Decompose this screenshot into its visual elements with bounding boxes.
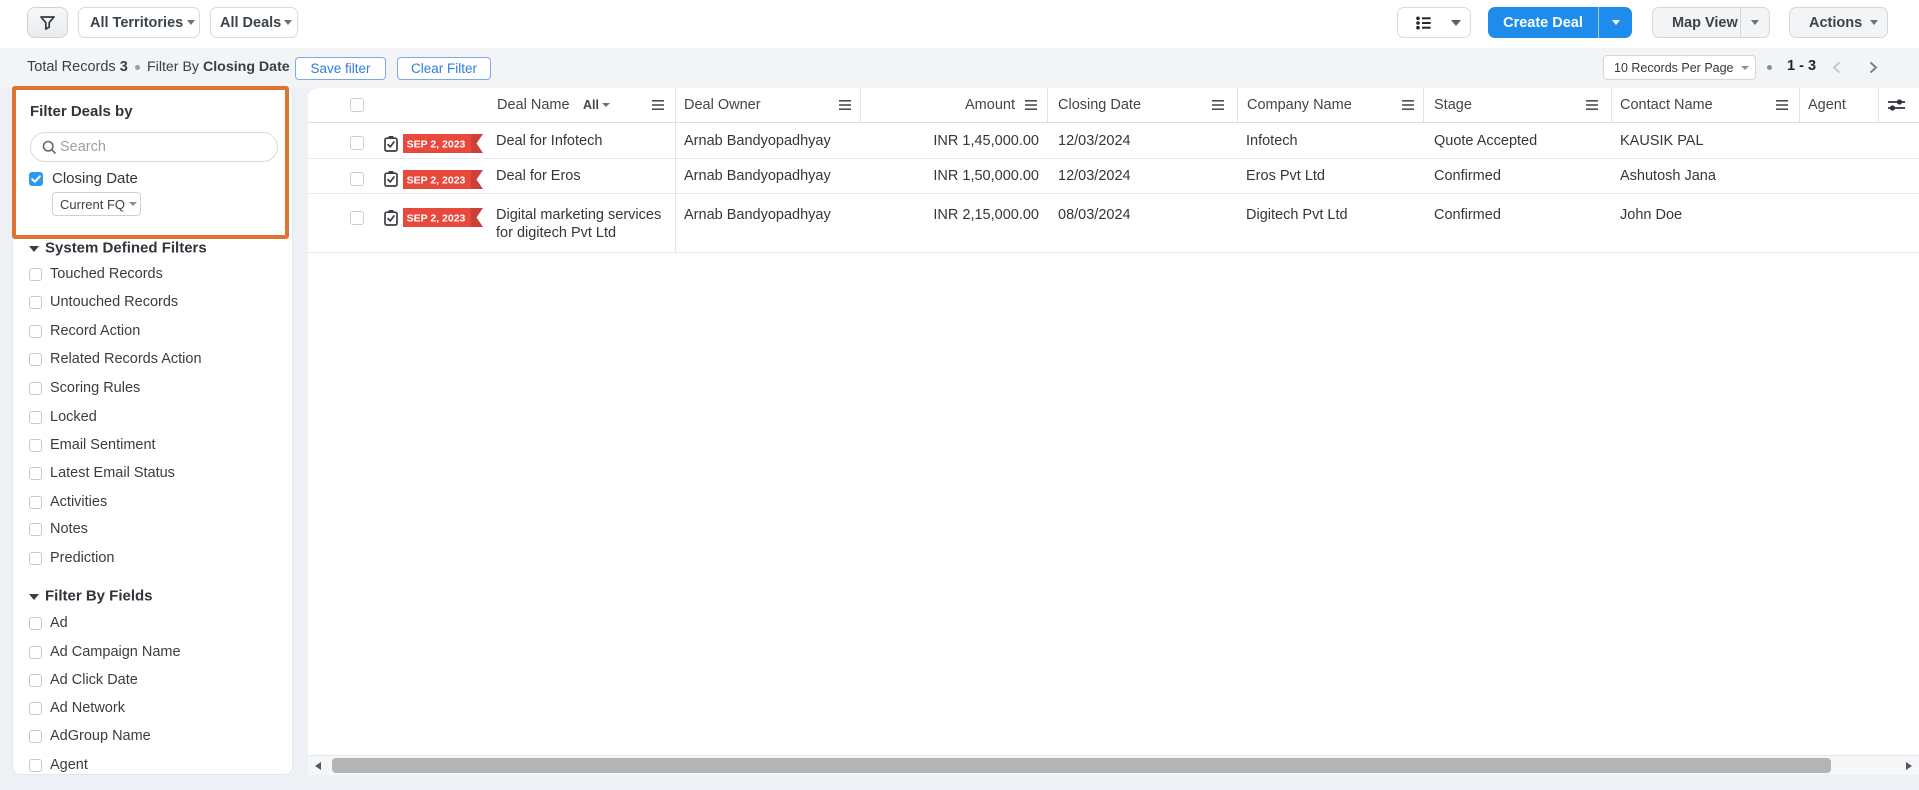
svg-text:SEP 2, 2023: SEP 2, 2023: [407, 139, 466, 151]
svg-text:SEP 2, 2023: SEP 2, 2023: [407, 175, 466, 187]
svg-text:SEP 2, 2023: SEP 2, 2023: [407, 213, 466, 225]
